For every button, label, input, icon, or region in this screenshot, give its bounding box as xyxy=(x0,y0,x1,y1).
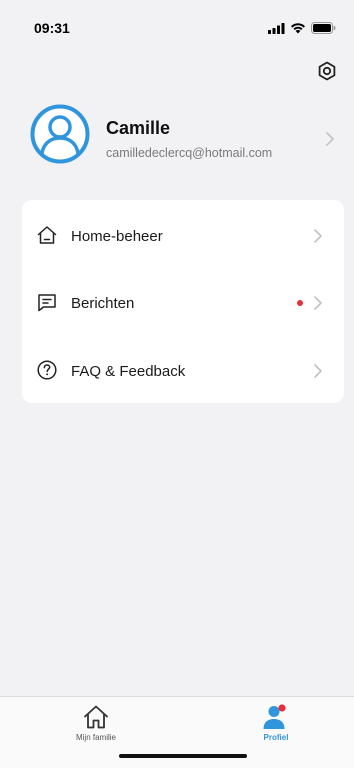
tab-mijn-familie[interactable]: Mijn familie xyxy=(36,697,156,747)
cellular-signal-icon xyxy=(268,22,285,34)
status-icons xyxy=(268,22,336,34)
menu-item-home-beheer[interactable]: Home-beheer xyxy=(22,204,344,264)
status-time: 09:31 xyxy=(34,20,70,36)
menu-item-berichten[interactable]: Berichten xyxy=(22,271,344,331)
tab-profiel[interactable]: Profiel xyxy=(216,697,336,747)
menu-item-label: Berichten xyxy=(71,295,135,312)
person-icon xyxy=(263,704,286,729)
menu-item-label: FAQ & Feedback xyxy=(71,363,186,380)
chevron-right-icon xyxy=(314,296,322,310)
home-indicator xyxy=(119,754,247,758)
chevron-right-icon xyxy=(326,132,334,146)
chevron-right-icon xyxy=(314,364,322,378)
avatar xyxy=(30,104,90,164)
battery-icon xyxy=(311,22,336,34)
profile-email: camilledeclercq@hotmail.com xyxy=(106,146,273,160)
menu-item-label: Home-beheer xyxy=(71,228,163,245)
message-icon xyxy=(38,294,56,312)
menu-card: Home-beheer Berichten FAQ & Feedback xyxy=(22,200,344,403)
notification-badge xyxy=(297,300,303,306)
tab-label: Profiel xyxy=(263,733,289,742)
question-icon xyxy=(37,360,57,380)
chevron-right-icon xyxy=(314,229,322,243)
profile-name: Camille xyxy=(106,118,171,138)
profile-row[interactable]: Camille camilledeclercq@hotmail.com xyxy=(0,100,354,180)
house-icon xyxy=(37,226,57,244)
wifi-icon xyxy=(291,23,305,34)
settings-icon xyxy=(318,61,336,81)
menu-item-faq-feedback[interactable]: FAQ & Feedback xyxy=(22,339,344,399)
house-icon xyxy=(84,705,108,729)
status-bar: 09:31 xyxy=(0,0,354,50)
tab-label: Mijn familie xyxy=(75,733,116,742)
settings-button[interactable] xyxy=(316,60,338,82)
